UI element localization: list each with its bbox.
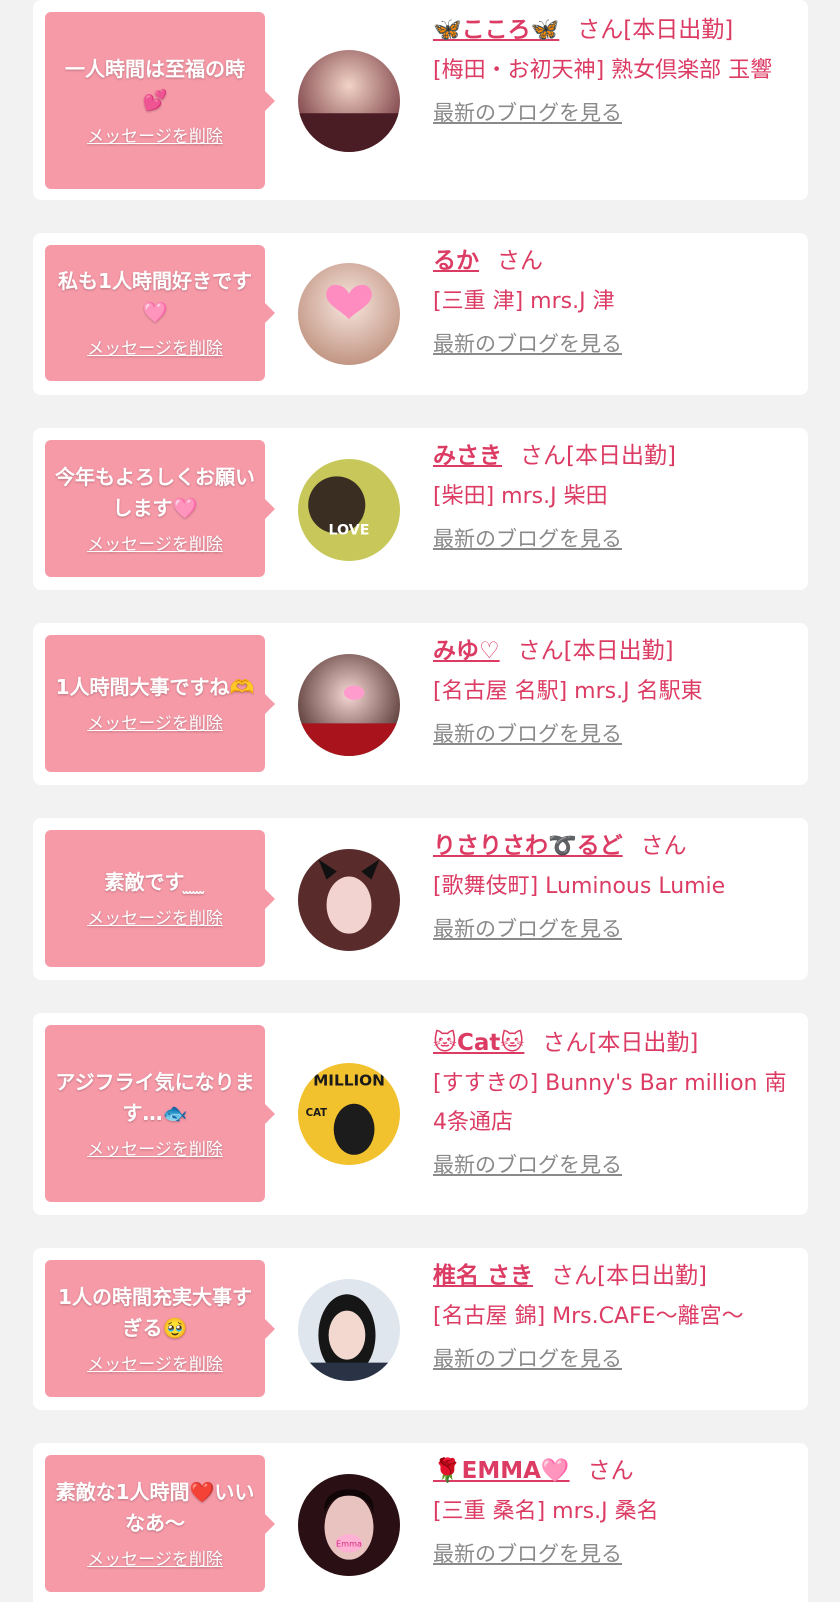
name-line: みゆ♡ さん[本日出勤] [433, 635, 793, 667]
shop-text: [三重 津] mrs.J 津 [433, 289, 615, 314]
name-line: みさき さん[本日出勤] [433, 440, 793, 472]
status-text: さん[本日出勤] [542, 1030, 699, 1056]
message-card: 1人の時間充実大事すぎる🥹 メッセージを削除 椎名 さき さん[本日出勤] [名古… [33, 1248, 808, 1410]
profile-name-link[interactable]: るか [433, 248, 479, 274]
status-text: さん[本日出勤] [520, 443, 676, 469]
avatar[interactable] [298, 1279, 400, 1381]
profile-info: みゆ♡ さん[本日出勤] [名古屋 名駅] mrs.J 名駅東 最新のブログを見る [433, 635, 793, 749]
delete-message-link[interactable]: メッセージを削除 [87, 713, 223, 735]
delete-message-link[interactable]: メッセージを削除 [87, 126, 223, 148]
name-line: 🌹EMMA🩷 さん [433, 1455, 793, 1487]
profile-info: 椎名 さき さん[本日出勤] [名古屋 錦] Mrs.CAFE〜離宮〜 最新のブロ… [433, 1260, 793, 1374]
profile-name-link[interactable]: 🐱Cat🐱 [433, 1030, 524, 1056]
latest-blog-link[interactable]: 最新のブログを見る [433, 1539, 622, 1569]
delete-message-link[interactable]: メッセージを削除 [87, 908, 223, 930]
latest-blog-link[interactable]: 最新のブログを見る [433, 719, 622, 749]
shop-text: [三重 桑名] mrs.J 桑名 [433, 1499, 659, 1524]
name-line: 🦋こころ🦋 さん[本日出勤] [433, 14, 793, 46]
avatar-caption: MILLION [313, 1071, 385, 1089]
message-bubble: 今年もよろしくお願いします🩷 メッセージを削除 [45, 440, 275, 577]
message-bubble: 素敵です ̫ ̫ ̫ メッセージを削除 [45, 830, 275, 967]
name-line: 椎名 さき さん[本日出勤] [433, 1260, 793, 1292]
message-bubble: アジフライ気になります…🐟 メッセージを削除 [45, 1025, 275, 1202]
latest-blog-link[interactable]: 最新のブログを見る [433, 524, 622, 554]
shop-text: [名古屋 名駅] mrs.J 名駅東 [433, 679, 703, 704]
message-card: 一人時間は至福の時💕 メッセージを削除 🦋こころ🦋 さん[本日出勤] [梅田・お初… [33, 0, 808, 200]
shop-text: [柴田] mrs.J 柴田 [433, 484, 608, 509]
profile-name-link[interactable]: みゆ♡ [433, 638, 500, 664]
message-text: アジフライ気になります…🐟 [55, 1069, 255, 1125]
name-line: るか さん [433, 245, 793, 277]
profile-info: 🦋こころ🦋 さん[本日出勤] [梅田・お初天神] 熟女倶楽部 玉響 最新のブログを… [433, 14, 793, 128]
delete-message-link[interactable]: メッセージを削除 [87, 338, 223, 360]
avatar[interactable] [298, 50, 400, 152]
message-bubble: 素敵な1人時間❤️いいなあ〜 メッセージを削除 [45, 1455, 275, 1592]
message-card: 素敵な1人時間❤️いいなあ〜 メッセージを削除 Emma 🌹EMMA🩷 さん [三… [33, 1443, 808, 1602]
message-card: アジフライ気になります…🐟 メッセージを削除 MILLION CAT 🐱Cat🐱 さ… [33, 1013, 808, 1215]
profile-name-link[interactable]: 椎名 さき [433, 1263, 533, 1289]
delete-message-link[interactable]: メッセージを削除 [87, 1549, 223, 1571]
profile-info: るか さん [三重 津] mrs.J 津 最新のブログを見る [433, 245, 793, 359]
status-text: さん[本日出勤] [517, 638, 674, 664]
latest-blog-link[interactable]: 最新のブログを見る [433, 1344, 622, 1374]
message-card: 今年もよろしくお願いします🩷 メッセージを削除 LOVE みさき さん[本日出勤]… [33, 428, 808, 590]
message-text: 私も1人時間好きです🩷 [58, 269, 252, 324]
shop-text: [歌舞伎町] Luminous Lumie [433, 874, 726, 899]
message-bubble: 私も1人時間好きです🩷 メッセージを削除 [45, 245, 275, 381]
name-line: 🐱Cat🐱 さん[本日出勤] [433, 1027, 793, 1059]
shop-text: [梅田・お初天神] 熟女倶楽部 玉響 [433, 58, 773, 83]
latest-blog-link[interactable]: 最新のブログを見る [433, 914, 622, 944]
avatar[interactable]: MILLION CAT [298, 1063, 400, 1165]
shop-text: [すすきの] Bunny's Bar million 南4条通店 [433, 1071, 787, 1135]
message-bubble: 1人の時間充実大事すぎる🥹 メッセージを削除 [45, 1260, 275, 1397]
profile-name-link[interactable]: りさりさわ➰るど [433, 833, 623, 859]
message-card: 私も1人時間好きです🩷 メッセージを削除 るか さん [三重 津] mrs.J 津… [33, 233, 808, 395]
avatar[interactable] [298, 263, 400, 365]
avatar[interactable] [298, 849, 400, 951]
message-text: 1人の時間充実大事すぎる🥹 [58, 1284, 252, 1340]
message-card: 素敵です ̫ ̫ ̫ メッセージを削除 りさりさわ➰るど さん [歌舞伎町] Lu… [33, 818, 808, 980]
status-text: さん[本日出勤] [551, 1263, 707, 1289]
shop-text: [名古屋 錦] Mrs.CAFE〜離宮〜 [433, 1304, 744, 1329]
status-text: さん [587, 1458, 634, 1484]
latest-blog-link[interactable]: 最新のブログを見る [433, 98, 622, 128]
message-text: 一人時間は至福の時💕 [65, 56, 245, 112]
message-bubble: 1人時間大事ですね🫶 メッセージを削除 [45, 635, 275, 772]
delete-message-link[interactable]: メッセージを削除 [87, 1354, 223, 1376]
avatar-caption: LOVE [328, 522, 369, 538]
avatar-caption: CAT [306, 1108, 328, 1119]
message-text: 素敵な1人時間❤️いいなあ〜 [55, 1479, 255, 1535]
delete-message-link[interactable]: メッセージを削除 [87, 1139, 223, 1161]
profile-name-link[interactable]: みさき [433, 443, 502, 469]
profile-name-link[interactable]: 🦋こころ🦋 [433, 17, 559, 43]
status-text: さん [640, 833, 687, 859]
avatar[interactable]: Emma [298, 1474, 400, 1576]
profile-name-link[interactable]: 🌹EMMA🩷 [433, 1458, 570, 1484]
profile-info: りさりさわ➰るど さん [歌舞伎町] Luminous Lumie 最新のブログを… [433, 830, 793, 944]
avatar-caption: Emma [336, 1538, 362, 1548]
message-text: 素敵です ̫ ̫ ̫ [104, 870, 206, 894]
message-card: 1人時間大事ですね🫶 メッセージを削除 みゆ♡ さん[本日出勤] [名古屋 名駅]… [33, 623, 808, 785]
status-text: さん [497, 248, 543, 274]
message-text: 1人時間大事ですね🫶 [55, 675, 255, 699]
name-line: りさりさわ➰るど さん [433, 830, 793, 862]
latest-blog-link[interactable]: 最新のブログを見る [433, 1150, 622, 1180]
profile-info: 🐱Cat🐱 さん[本日出勤] [すすきの] Bunny's Bar million… [433, 1027, 793, 1180]
avatar[interactable]: LOVE [298, 459, 400, 561]
message-bubble: 一人時間は至福の時💕 メッセージを削除 [45, 12, 275, 189]
avatar[interactable] [298, 654, 400, 756]
latest-blog-link[interactable]: 最新のブログを見る [433, 329, 622, 359]
delete-message-link[interactable]: メッセージを削除 [87, 534, 223, 556]
status-text: さん[本日出勤] [577, 17, 734, 43]
profile-info: みさき さん[本日出勤] [柴田] mrs.J 柴田 最新のブログを見る [433, 440, 793, 554]
message-text: 今年もよろしくお願いします🩷 [55, 464, 255, 520]
profile-info: 🌹EMMA🩷 さん [三重 桑名] mrs.J 桑名 最新のブログを見る [433, 1455, 793, 1569]
